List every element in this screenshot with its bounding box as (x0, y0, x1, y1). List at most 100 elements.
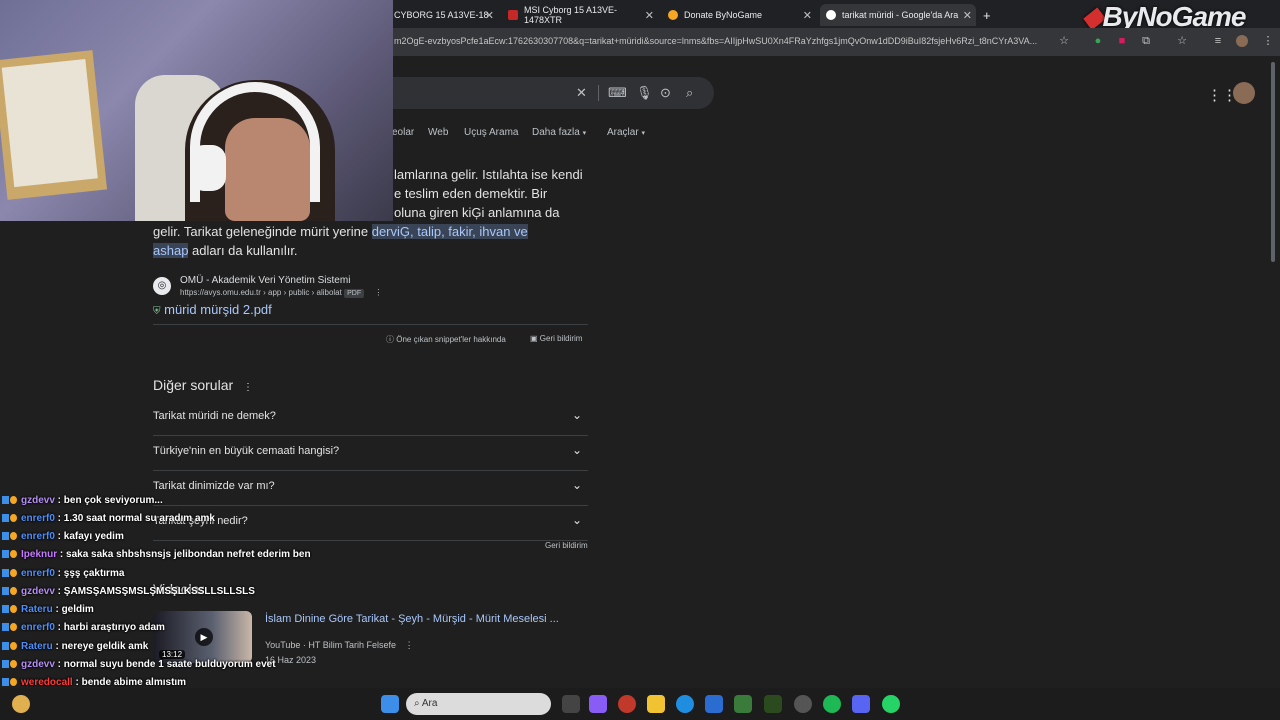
bookmarks-icon[interactable]: ☆ (1176, 35, 1188, 47)
reading-list-icon[interactable]: ≡ (1212, 35, 1224, 47)
source-url[interactable]: https://avys.omu.edu.tr › app › public ›… (180, 288, 382, 298)
chat-text: normal suyu bende 1 saate bulduyorum eve… (63, 659, 276, 670)
puzzle-icon[interactable]: ⧉ (1140, 35, 1152, 47)
chat-username[interactable]: weredocall (21, 677, 73, 688)
whatsapp-icon[interactable] (882, 695, 900, 713)
snippet-about-link[interactable]: ⓘ Öne çıkan snippet'ler hakkında (386, 334, 506, 345)
shield-extension-icon[interactable]: ● (1092, 35, 1104, 47)
chat-username[interactable]: Ipeknur (21, 549, 57, 560)
tab-cyborg[interactable]: CYBORG 15 A13VE-18 ✕ (394, 4, 494, 26)
lens-camera-icon[interactable]: ⊙ (660, 85, 671, 101)
menu-kebab-icon[interactable]: ⋮ (1262, 35, 1274, 47)
chat-username[interactable]: enrerf0 (21, 531, 55, 542)
framed-certificate (0, 50, 108, 200)
close-tab-icon[interactable]: ✕ (645, 9, 654, 22)
search-icon[interactable]: ⌕ (686, 85, 693, 101)
source-name[interactable]: OMÜ - Akademik Veri Yönetim Sistemi (180, 275, 350, 286)
result-link[interactable]: ⛨ mürid mürşid 2.pdf (153, 302, 272, 317)
bookmark-star-icon[interactable]: ☆ (1058, 35, 1070, 47)
caret-down-icon: ▾ (641, 130, 645, 137)
chat-text: nereye geldik amk (61, 641, 149, 652)
video-thumbnail[interactable]: ▶ 13:12 (153, 611, 252, 663)
chat-text: 1.30 saat normal su aradım amk (63, 513, 215, 524)
faq-item[interactable]: Tarikat şeyhi nedir? ⌄ (153, 505, 588, 541)
tab-donate[interactable]: Donate ByNoGame ✕ (668, 4, 812, 26)
avatar[interactable] (1233, 82, 1255, 104)
tab-title: CYBORG 15 A13VE-18 (394, 10, 489, 20)
extension-icon[interactable]: ■ (1116, 35, 1128, 47)
copilot-icon[interactable] (589, 695, 607, 713)
divider (598, 85, 599, 101)
scrollbar-thumb[interactable] (1271, 62, 1275, 262)
chat-username[interactable]: enrerf0 (21, 513, 55, 524)
search-box[interactable]: ✕ ⌨ 🎙 ⊙ ⌕ (380, 77, 714, 109)
close-tab-icon[interactable]: ✕ (803, 9, 812, 22)
steam-icon[interactable] (794, 695, 812, 713)
close-tab-icon[interactable]: ✕ (485, 9, 494, 22)
chat-separator: : (72, 677, 82, 688)
task-view-icon[interactable] (562, 695, 580, 713)
chat-separator: : (52, 641, 62, 652)
faq-item[interactable]: Tarikat dinimizde var mı? ⌄ (153, 470, 588, 506)
chat-message: weredocall : bende abime almıstım (2, 677, 186, 688)
nvidia-icon[interactable] (764, 695, 782, 713)
snippet-line: ashap adları da kullanılır. (153, 243, 298, 258)
chat-username[interactable]: gzdevv (21, 659, 55, 670)
profile-avatar-icon[interactable] (1236, 35, 1248, 47)
scrollbar[interactable] (1270, 62, 1276, 262)
chat-username[interactable]: Rateru (21, 604, 53, 615)
chat-message: gzdevv : ben çok seviyorum... (2, 495, 163, 506)
weather-widget-icon[interactable] (12, 695, 30, 713)
chat-separator: : (57, 549, 67, 560)
chat-text: kafayı yedim (63, 531, 124, 542)
chat-message: enrerf0 : şşş çaktırma (2, 568, 124, 579)
google-favicon-icon (826, 10, 836, 20)
chat-username[interactable]: gzdevv (21, 495, 55, 506)
faq-item[interactable]: Tarikat müridi ne demek? ⌄ (153, 400, 588, 436)
more-options-icon[interactable]: ⋮ (405, 640, 414, 650)
start-menu-icon[interactable] (381, 695, 399, 713)
chat-username[interactable]: enrerf0 (21, 622, 55, 633)
source-favicon-icon: ◎ (153, 277, 171, 295)
keyboard-icon[interactable]: ⌨ (608, 85, 627, 101)
taskbar-search[interactable]: ⌕ Ara (406, 693, 551, 715)
chat-username[interactable]: gzdevv (21, 586, 55, 597)
tab-title: MSI Cyborg 15 A13VE-1478XTR (524, 5, 618, 25)
feedback-icon: ▣ (530, 334, 538, 343)
chat-separator: : (54, 622, 64, 633)
chat-badge-icon (2, 622, 18, 633)
opera-icon[interactable] (618, 695, 636, 713)
microphone-icon[interactable]: 🎙 (636, 85, 653, 101)
new-tab-button[interactable]: + (983, 4, 991, 26)
more-options-icon[interactable]: ⋮ (374, 288, 382, 297)
chat-username[interactable]: enrerf0 (21, 568, 55, 579)
tab-videos[interactable]: eolar (392, 127, 414, 138)
chat-badge-icon (2, 641, 18, 652)
tab-web[interactable]: Web (428, 127, 448, 138)
faq-item[interactable]: Türkiye'nin en büyük cemaati hangisi? ⌄ (153, 435, 588, 471)
clear-search-icon[interactable]: ✕ (576, 85, 587, 101)
video-duration: 13:12 (159, 650, 186, 659)
tab-msi-cyborg[interactable]: MSI Cyborg 15 A13VE-1478XTR ✕ (508, 4, 654, 26)
feedback-link[interactable]: ▣ Geri bildirim (530, 334, 582, 343)
tab-tools[interactable]: Araçlar ▾ (607, 127, 645, 138)
tab-google-search[interactable]: tarikat müridi - Google'da Ara ✕ (820, 4, 976, 26)
feedback-link[interactable]: Geri bildirim (545, 541, 588, 550)
url-field[interactable]: m2OgE-evzbyosPcfe1aEcw:1762630307708&q=t… (394, 36, 1050, 46)
snippet-line: oluna giren kiĢi anlamına da (394, 205, 560, 220)
more-options-icon[interactable]: ⋮ (243, 382, 253, 393)
video-title-link[interactable]: İslam Dinine Göre Tarikat - Şeyh - Mürşi… (265, 613, 559, 625)
discord-icon[interactable] (852, 695, 870, 713)
edge-icon[interactable] (676, 695, 694, 713)
tab-more[interactable]: Daha fazla ▾ (532, 127, 586, 138)
chat-username[interactable]: Rateru (21, 641, 53, 652)
store-icon[interactable] (705, 695, 723, 713)
tab-flights[interactable]: Uçuş Arama (464, 127, 518, 138)
close-tab-icon[interactable]: ✕ (963, 9, 972, 22)
spotify-icon[interactable] (823, 695, 841, 713)
snippet-line: lamlarına gelir. Istılahta ise kendi (394, 167, 583, 182)
chrome-icon[interactable] (734, 695, 752, 713)
bynogame-favicon-icon (668, 10, 678, 20)
file-explorer-icon[interactable] (647, 695, 665, 713)
chat-text: geldim (61, 604, 94, 615)
